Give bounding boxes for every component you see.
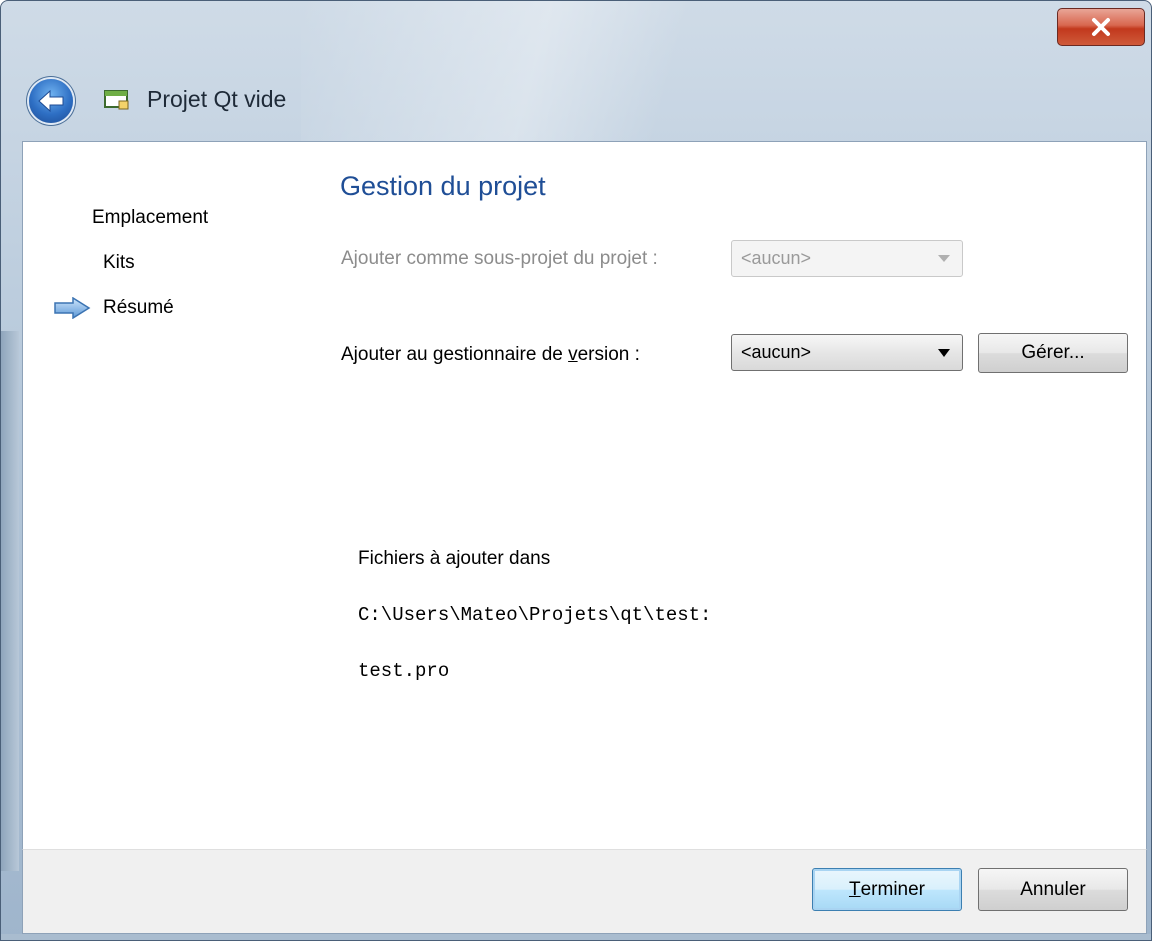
window-title: Projet Qt vide	[147, 86, 287, 112]
summary-path: C:\Users\Mateo\Projets\qt\test:	[358, 604, 712, 626]
back-arrow-icon	[38, 89, 64, 113]
finish-button-label: erminer	[860, 878, 925, 900]
chevron-down-icon	[938, 255, 950, 262]
sidebar-item-resume: Résumé	[103, 297, 174, 318]
cancel-button[interactable]: Annuler	[978, 868, 1128, 911]
window-frame-left	[1, 331, 19, 871]
finish-button-mnemonic: T	[848, 878, 861, 900]
manage-vcs-button[interactable]: Gérer...	[978, 333, 1128, 373]
page-title: Gestion du projet	[340, 171, 546, 201]
vcs-combobox-value: <aucun>	[741, 342, 812, 362]
vcs-label: Ajouter au gestionnaire de version :	[341, 344, 640, 366]
vcs-label-text-end: ersion :	[577, 344, 640, 365]
current-step-arrow-icon	[54, 297, 91, 319]
close-icon	[1092, 18, 1110, 36]
sidebar-item-kits: Kits	[103, 252, 135, 273]
subproject-combobox-value: <aucun>	[741, 248, 812, 268]
window-frame-bottom	[1, 934, 1151, 940]
summary-file: test.pro	[358, 660, 450, 682]
title-bar-glass	[301, 1, 821, 141]
subproject-combobox[interactable]: <aucun>	[731, 240, 963, 277]
app-window-icon	[104, 90, 129, 110]
close-button[interactable]	[1057, 8, 1145, 46]
sidebar-item-emplacement: Emplacement	[92, 207, 209, 228]
back-button[interactable]	[29, 79, 73, 123]
vcs-label-text: Ajouter au gestionnaire de	[341, 344, 569, 365]
summary-intro: Fichiers à ajouter dans	[358, 548, 551, 569]
wizard-window: Projet Qt vide Emplacement Kits Résumé G…	[0, 0, 1152, 941]
vcs-label-mnemonic: v	[568, 344, 578, 365]
subproject-label: Ajouter comme sous-projet du projet :	[341, 248, 658, 269]
chevron-down-icon	[938, 349, 950, 357]
finish-button[interactable]: Terminer	[812, 868, 962, 911]
vcs-combobox[interactable]: <aucun>	[731, 334, 963, 371]
